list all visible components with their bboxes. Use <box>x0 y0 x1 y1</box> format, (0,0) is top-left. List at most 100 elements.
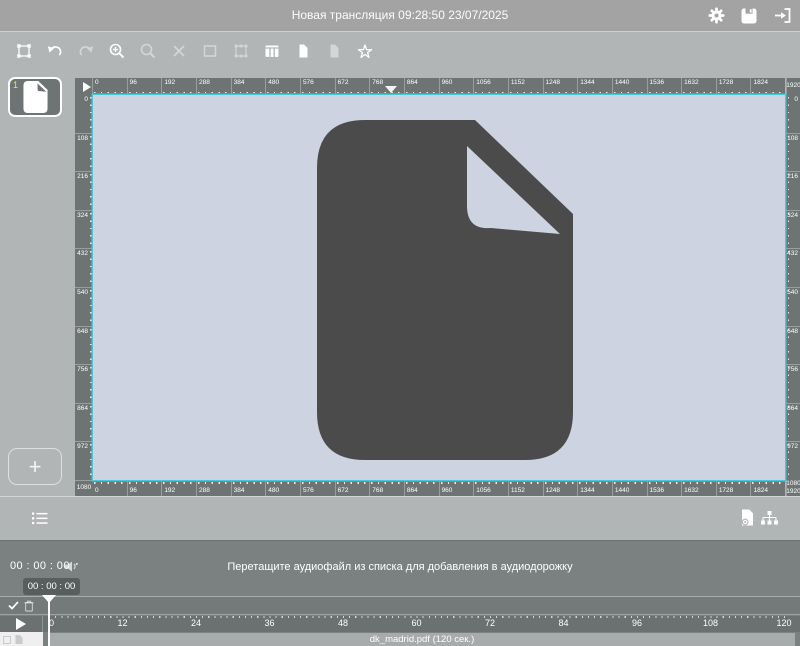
paste-button[interactable] <box>318 36 349 66</box>
ruler-ticks <box>129 482 160 484</box>
ruler-segment: 768 <box>369 480 404 496</box>
slide-number: 1 <box>13 80 18 90</box>
timecode-display: 00 : 00 : 00 <box>10 560 70 572</box>
ruler-label: 1440 <box>615 80 629 87</box>
exit-door-icon <box>773 8 791 23</box>
ruler-segment: 672 <box>335 480 370 496</box>
ruler-label: 1344 <box>580 80 594 87</box>
ruler-label: 96 <box>130 488 137 495</box>
ruler-segment: 960 <box>439 480 474 496</box>
undo-button[interactable] <box>39 36 70 66</box>
ruler-ticks <box>94 92 125 94</box>
title-bar: Новая трансляция 09:28:50 23/07/2025 <box>0 0 800 32</box>
plus-icon: + <box>29 456 42 478</box>
playhead-time-tooltip: 00 : 00 : 00 <box>23 578 80 595</box>
ruler-corner-bottom-left: 1080 <box>75 480 93 496</box>
ruler-segment: 1056 <box>473 78 508 95</box>
ruler-segment: 96 <box>127 78 162 95</box>
ruler-ticks <box>788 251 790 285</box>
ruler-segment: 324 <box>786 210 800 249</box>
horizontal-ruler-top[interactable]: 0961922883844805766727688649601056115212… <box>93 78 785 95</box>
ruler-ticks <box>510 482 541 484</box>
ruler-corner-top-right: 1920 <box>786 78 800 95</box>
ruler-ticks <box>683 482 714 484</box>
timeline-controls-row <box>0 597 800 615</box>
ruler-segment: 108 <box>75 133 93 172</box>
timeline-second-label: 120 <box>776 619 791 628</box>
ruler-ticks <box>788 97 790 131</box>
ruler-ticks <box>579 482 610 484</box>
playhead-line[interactable] <box>48 602 50 646</box>
ruler-ticks <box>614 482 645 484</box>
ruler-label: 1248 <box>546 80 560 87</box>
ruler-label: 324 <box>77 213 88 220</box>
ruler-ticks <box>545 482 576 484</box>
transform-button[interactable] <box>8 36 39 66</box>
ruler-segment: 864 <box>75 403 93 442</box>
audio-drop-hint: Перетащите аудиофайл из списка для добав… <box>100 561 700 573</box>
ruler-segment: 972 <box>75 441 93 480</box>
ruler-segment: 1056 <box>473 480 508 496</box>
redo-arrow-icon <box>76 41 96 61</box>
table-button[interactable] <box>256 36 287 66</box>
settings-button[interactable] <box>706 6 726 26</box>
timeline-ruler[interactable]: 01224364860728496108120 <box>43 616 800 632</box>
exit-button[interactable] <box>772 6 792 26</box>
ruler-label: 1440 <box>615 488 629 495</box>
ruler-ticks <box>163 482 194 484</box>
horizontal-ruler-bottom[interactable]: 0961922883844805766727688649601056115212… <box>93 480 785 496</box>
redo-button[interactable] <box>70 36 101 66</box>
ruler-ticks <box>788 213 790 247</box>
ruler-segment: 192 <box>161 480 196 496</box>
timeline-second-label: 72 <box>485 619 495 628</box>
ruler-segment: 1440 <box>612 480 647 496</box>
ruler-label: 1056 <box>476 80 490 87</box>
volume-button[interactable] <box>64 560 79 573</box>
rectangle-button[interactable] <box>194 36 225 66</box>
zoom-out-icon <box>138 41 158 61</box>
ruler-ticks <box>90 444 92 478</box>
ruler-segment: 648 <box>75 326 93 365</box>
transform-icon <box>14 41 34 61</box>
copy-button[interactable] <box>287 36 318 66</box>
ruler-ticks <box>90 251 92 285</box>
save-button[interactable] <box>739 6 759 26</box>
title-bar-actions <box>706 0 792 31</box>
ruler-label: 192 <box>164 488 175 495</box>
audio-list-button[interactable] <box>32 512 48 525</box>
favorite-button[interactable] <box>349 36 380 66</box>
delete-track-button[interactable] <box>24 600 34 612</box>
ruler-segment: 432 <box>786 248 800 287</box>
ruler-segment: 576 <box>300 78 335 95</box>
structure-button[interactable] <box>761 511 778 525</box>
ruler-segment: 0 <box>786 95 800 133</box>
checkbox-icon[interactable] <box>3 636 11 644</box>
slide-thumbnail-1[interactable]: 1 <box>8 77 62 117</box>
ruler-segment: 756 <box>75 364 93 403</box>
zoom-out-button[interactable] <box>132 36 163 66</box>
ruler-label: 1920 <box>786 489 800 496</box>
file-settings-button[interactable] <box>741 509 754 526</box>
ruler-label: 288 <box>199 488 210 495</box>
ruler-ticks <box>788 367 790 401</box>
ruler-segment: 384 <box>231 78 266 95</box>
play-button[interactable] <box>0 616 43 632</box>
ruler-ticks <box>788 329 790 363</box>
ruler-ticks <box>788 406 790 440</box>
ruler-label: 864 <box>407 488 418 495</box>
zoom-in-button[interactable] <box>101 36 132 66</box>
crop-button[interactable] <box>225 36 256 66</box>
ruler-label: 1824 <box>753 488 767 495</box>
ruler-label: 1152 <box>511 488 525 495</box>
timeline-second-label: 60 <box>411 619 421 628</box>
confirm-button[interactable] <box>8 601 19 610</box>
ruler-segment: 1152 <box>508 480 543 496</box>
vertical-ruler-left[interactable]: 0108216324432540648756864972 <box>75 95 93 480</box>
add-slide-button[interactable]: + <box>8 448 62 485</box>
pdf-track[interactable]: dk_madrid.pdf (120 сек.) <box>49 633 795 646</box>
delete-button[interactable] <box>163 36 194 66</box>
slide-canvas[interactable] <box>93 95 785 480</box>
ruler-segment: 108 <box>786 133 800 172</box>
vertical-ruler-right[interactable]: 0108216324432540648756864972 <box>786 95 800 480</box>
ruler-ticks <box>475 92 506 94</box>
